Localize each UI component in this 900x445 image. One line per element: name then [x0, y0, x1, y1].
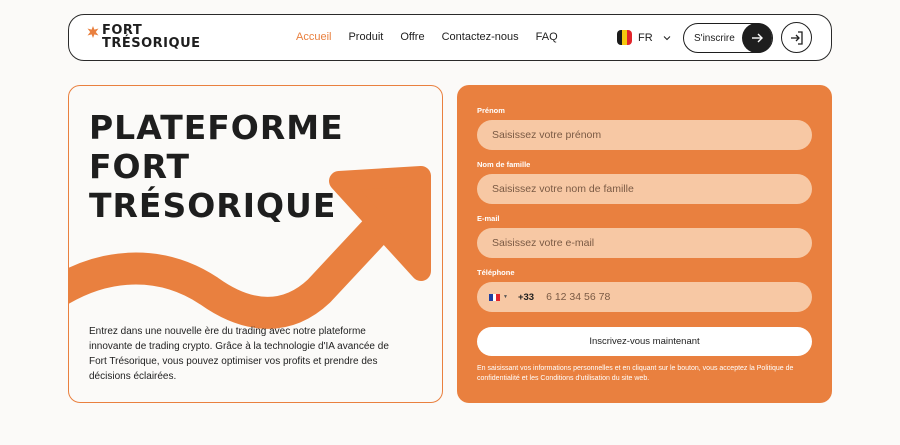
language-selector[interactable]: FR — [617, 30, 671, 45]
submit-button[interactable]: Inscrivez-vous maintenant — [477, 327, 812, 356]
phone-country-code: +33 — [517, 291, 535, 303]
last-name-placeholder: Saisissez votre nom de famille — [492, 183, 634, 195]
signup-button[interactable]: S'inscrire — [683, 23, 773, 53]
nav-item-offre[interactable]: Offre — [400, 31, 424, 43]
phone-placeholder: 6 12 34 56 78 — [546, 291, 611, 303]
nav-item-produit[interactable]: Produit — [348, 31, 383, 43]
nav-item-contact[interactable]: Contactez-nous — [442, 31, 519, 43]
nav-item-accueil[interactable]: Accueil — [296, 31, 331, 43]
first-name-placeholder: Saisissez votre prénom — [492, 129, 602, 141]
chevron-down-icon — [663, 35, 671, 40]
brand-logo[interactable]: FORT TRÉSORIQUE — [87, 24, 201, 50]
signup-form: Prénom Saisissez votre prénom Nom de fam… — [457, 85, 832, 403]
last-name-label: Nom de famille — [477, 160, 531, 169]
login-icon — [790, 30, 803, 45]
caret-down-icon: ▼ — [503, 294, 508, 300]
nav-item-faq[interactable]: FAQ — [536, 31, 558, 43]
login-button[interactable] — [781, 22, 812, 53]
phone-label: Téléphone — [477, 268, 515, 277]
hero-description: Entrez dans une nouvelle ère du trading … — [89, 326, 389, 382]
hero-title: PLATEFORME FORT TRÉSORIQUE — [89, 108, 344, 225]
main-nav: Accueil Produit Offre Contactez-nous FAQ — [296, 31, 575, 43]
email-placeholder: Saisissez votre e-mail — [492, 237, 595, 249]
last-name-field[interactable]: Saisissez votre nom de famille — [477, 174, 812, 204]
first-name-field[interactable]: Saisissez votre prénom — [477, 120, 812, 150]
language-code: FR — [638, 31, 653, 44]
top-navbar: FORT TRÉSORIQUE Accueil Produit Offre Co… — [68, 14, 832, 61]
hero-title-line-3: TRÉSORIQUE — [89, 186, 337, 225]
logo-star-icon — [87, 26, 99, 38]
email-label: E-mail — [477, 214, 500, 223]
phone-field[interactable]: ▼ +33 6 12 34 56 78 — [477, 282, 812, 312]
hero-card: PLATEFORME FORT TRÉSORIQUE Entrez dans u… — [68, 85, 443, 403]
legal-notice: En saisissant vos informations personnel… — [477, 365, 794, 382]
first-name-label: Prénom — [477, 106, 505, 115]
hero-title-line-1: PLATEFORME — [89, 108, 344, 147]
belgium-flag-icon — [617, 30, 632, 45]
signup-label: S'inscrire — [694, 32, 735, 44]
france-flag-icon[interactable] — [489, 293, 501, 301]
brand-line-2: TRÉSORIQUE — [102, 36, 201, 51]
email-field[interactable]: Saisissez votre e-mail — [477, 228, 812, 258]
hero-title-line-2: FORT — [89, 147, 191, 186]
arrow-right-icon — [742, 23, 772, 53]
